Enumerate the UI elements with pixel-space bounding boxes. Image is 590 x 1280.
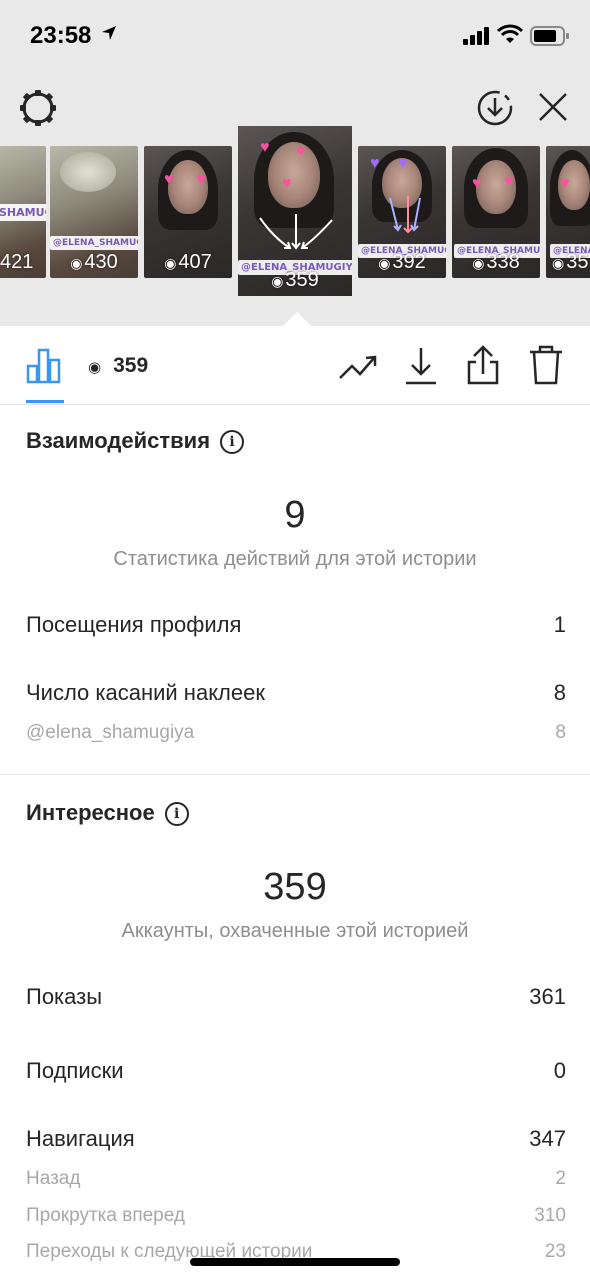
story-view-count: ◉ 35 xyxy=(552,251,589,273)
story-thumbnail-strip: SHAMUGIYA 421 @ELENA_SHAMUGIYA ◉430 ♥ ♥ … xyxy=(0,126,590,298)
wifi-icon xyxy=(497,24,523,43)
discovery-caption: Аккаунты, охваченные этой историей xyxy=(121,920,469,942)
eye-icon: ◉ xyxy=(271,273,284,289)
heart-sticker: ♥ xyxy=(370,155,380,172)
home-indicator[interactable] xyxy=(190,1258,400,1266)
heart-sticker: ♥ xyxy=(560,175,570,192)
bar-chart-icon[interactable] xyxy=(26,348,62,384)
story-thumbnail[interactable]: ♥ ♥ ◉ 407 xyxy=(144,146,232,278)
stat-subrow-mention: @elena_shamugiya 8 xyxy=(26,722,566,744)
arrows-sticker xyxy=(259,214,333,250)
download-icon[interactable] xyxy=(404,346,438,386)
discovery-heading: Интересное i xyxy=(26,800,189,826)
info-icon[interactable]: i xyxy=(220,430,245,454)
interactions-caption: Статистика действий для этой истории xyxy=(113,548,477,570)
eye-icon: ◉ xyxy=(378,255,391,271)
story-thumbnail[interactable]: @ELENA_SHAMUGIYA ◉430 xyxy=(50,146,138,278)
stat-row-profile-visits: Посещения профиля 1 xyxy=(26,612,566,638)
stat-row-navigation: Навигация 347 xyxy=(26,1126,566,1152)
status-time: 23:58 xyxy=(30,22,92,49)
selected-story-pointer xyxy=(283,312,311,326)
stat-value: 1 xyxy=(553,612,566,637)
stat-row-impressions: Показы 361 xyxy=(26,984,566,1010)
story-view-total: ◉ 359 xyxy=(88,354,149,377)
stat-label: Посещения профиля xyxy=(26,612,242,637)
eye-icon: ◉ xyxy=(552,255,565,271)
close-icon[interactable] xyxy=(536,90,570,124)
mention-sticker: @ELENA_SHAMUGIYA xyxy=(50,236,138,250)
stat-value: 361 xyxy=(529,984,566,1009)
heart-sticker: ♥ xyxy=(504,173,514,190)
stat-value: 0 xyxy=(553,1058,566,1083)
gear-icon[interactable] xyxy=(18,88,58,128)
story-thumbnail[interactable]: SHAMUGIYA 421 xyxy=(0,146,46,278)
info-icon[interactable]: i xyxy=(164,802,189,826)
story-thumbnail-selected[interactable]: ♥ ♥ ♥ @ELENA_SHAMUGIYA ◉ 359 xyxy=(238,126,352,296)
stat-label: @elena_shamugiya xyxy=(26,722,195,743)
stat-row-follows: Подписки 0 xyxy=(26,1058,566,1084)
person-face xyxy=(268,142,320,208)
trend-icon[interactable] xyxy=(338,352,378,382)
stat-value: 310 xyxy=(534,1205,566,1226)
stat-label: Прокрутка вперед xyxy=(26,1205,185,1226)
heart-sticker: ♥ xyxy=(282,175,292,192)
heart-sticker: ♥ xyxy=(196,171,206,188)
section-divider xyxy=(0,774,590,775)
story-view-count: ◉ 359 xyxy=(271,269,319,291)
mention-sticker: SHAMUGIYA xyxy=(0,204,46,221)
active-tab-indicator xyxy=(26,400,64,403)
interactions-total: 9 xyxy=(284,494,306,536)
status-bar: 23:58 xyxy=(0,0,590,72)
stat-subrow-forward: Прокрутка вперед 310 xyxy=(26,1205,566,1227)
story-view-count: ◉ 392 xyxy=(378,251,426,273)
heart-sticker: ♥ xyxy=(398,155,408,172)
story-view-count: ◉ 338 xyxy=(472,251,520,273)
story-view-count: 421 xyxy=(0,251,34,273)
cellular-signal-icon xyxy=(463,27,489,45)
stat-value: 8 xyxy=(553,680,566,705)
stat-label: Показы xyxy=(26,984,103,1009)
interactions-heading: Взаимодействия i xyxy=(26,428,245,454)
stat-value: 2 xyxy=(555,1168,566,1189)
share-icon[interactable] xyxy=(466,344,500,386)
trash-icon[interactable] xyxy=(528,344,564,386)
story-preview-area: 23:58 SHAMU 421 @ELENA_SHAMU ◉ 430 ♥ ♥ ◉… xyxy=(0,0,590,326)
battery-icon xyxy=(530,26,569,46)
stat-value: 8 xyxy=(555,722,566,743)
heart-sticker: ♥ xyxy=(296,143,306,160)
story-thumbnail[interactable]: ♥ ♥ @ELENA_SHAMUGIYA ◉338 xyxy=(452,146,540,278)
stat-value: 347 xyxy=(529,1126,566,1151)
stat-label: Назад xyxy=(26,1168,81,1189)
arrows-sticker xyxy=(389,196,421,234)
stat-label: Навигация xyxy=(26,1126,135,1151)
eye-icon: ◉ xyxy=(472,255,485,271)
eye-icon: ◉ xyxy=(164,255,177,271)
eye-icon: ◉ xyxy=(88,359,102,376)
download-circle-icon[interactable] xyxy=(476,89,514,127)
story-thumbnail[interactable]: ♥ @ELENA ◉35 xyxy=(546,146,590,278)
heart-sticker: ♥ xyxy=(260,139,270,156)
eye-icon: ◉ xyxy=(70,255,83,271)
discovery-total: 359 xyxy=(263,866,327,908)
stat-label: Подписки xyxy=(26,1058,124,1083)
heart-sticker: ♥ xyxy=(164,171,174,188)
story-view-count: ◉ 407 xyxy=(164,251,212,273)
stat-row-sticker-taps[interactable]: Число касаний наклеек 8 xyxy=(26,680,566,706)
story-action-bar: ◉ 359 xyxy=(0,326,590,405)
location-arrow-icon xyxy=(102,26,116,40)
food-photo xyxy=(60,152,116,192)
stat-subrow-back: Назад 2 xyxy=(26,1168,566,1190)
story-view-count: ◉ 430 xyxy=(70,251,118,273)
stat-value: 23 xyxy=(544,1241,566,1262)
stat-label: Число касаний наклеек xyxy=(26,680,265,705)
heart-sticker: ♥ xyxy=(472,175,482,192)
story-thumbnail[interactable]: ♥ ♥ @ELENA_SHAMUGIYA ◉392 xyxy=(358,146,446,278)
